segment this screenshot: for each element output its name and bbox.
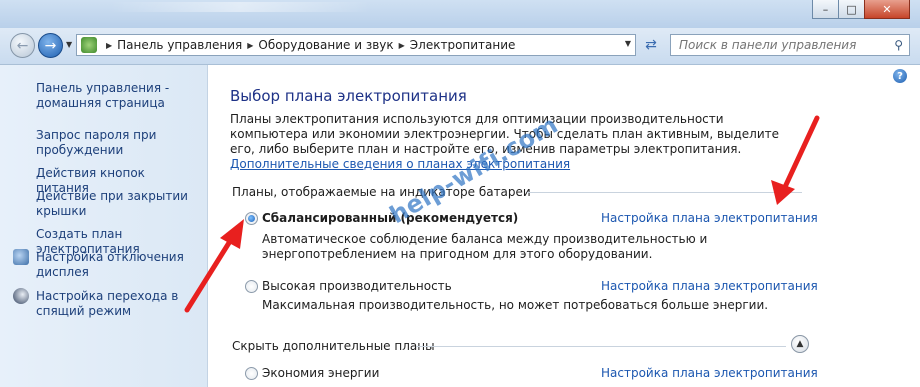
arrow-to-radio xyxy=(184,235,235,313)
arrow-head-settings-link xyxy=(771,180,795,205)
annotation-arrows xyxy=(184,115,820,313)
arrow-head-radio xyxy=(220,219,244,249)
arrow-to-settings-link xyxy=(782,115,820,190)
